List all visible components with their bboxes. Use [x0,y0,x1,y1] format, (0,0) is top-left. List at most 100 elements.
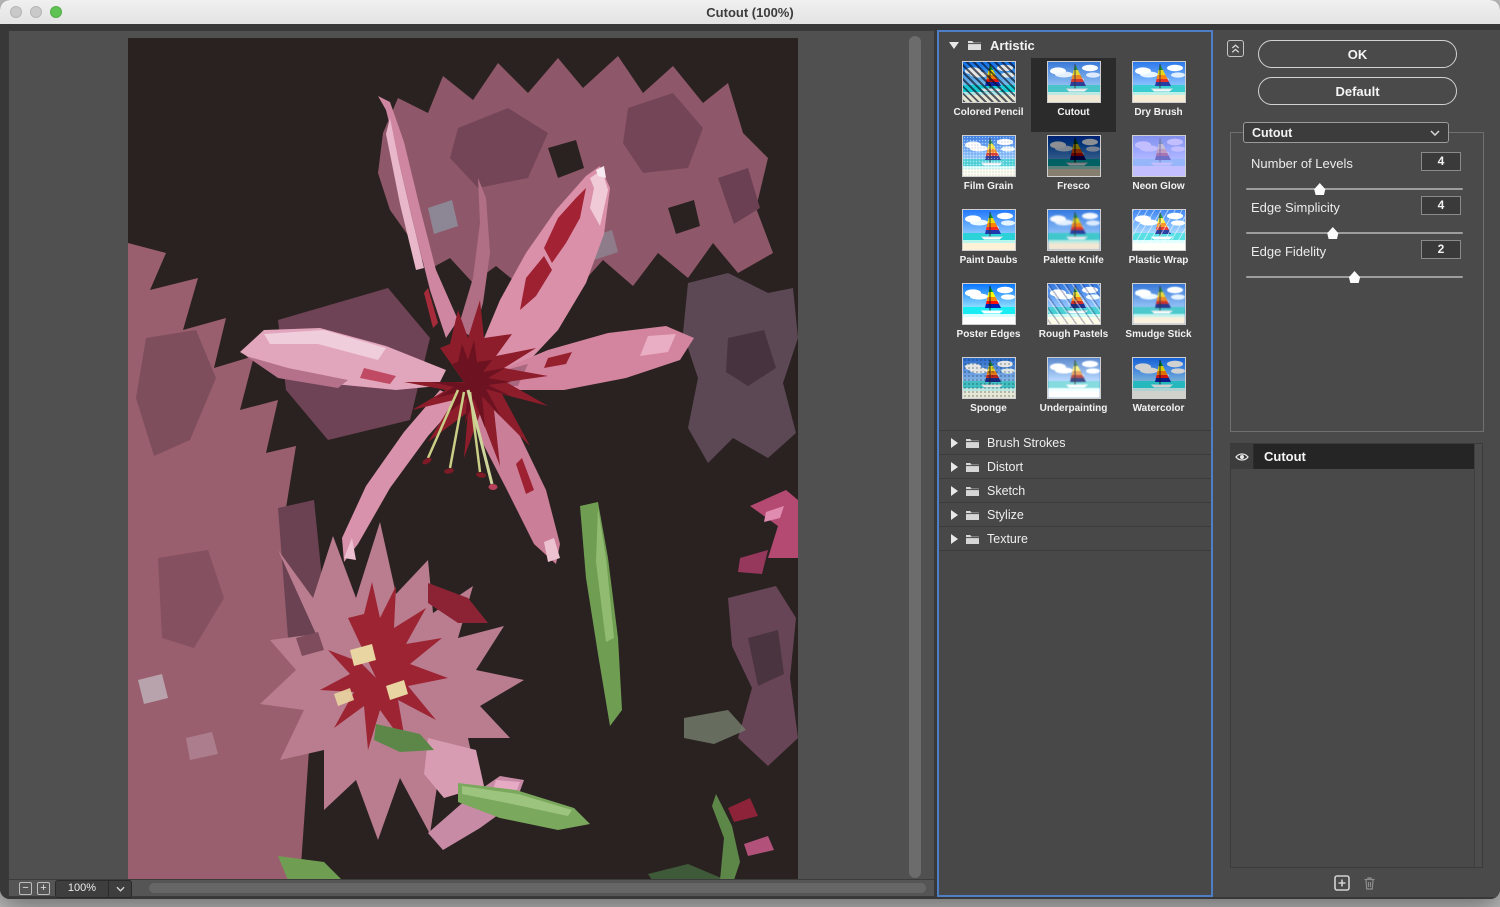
minimize-button[interactable] [30,6,42,18]
zoom-out-button[interactable]: − [19,882,32,895]
window-title: Cutout (100%) [706,5,793,20]
filter-category-label: Brush Strokes [987,436,1066,450]
preview-area: − + 100% [8,30,935,897]
triangle-right-icon [951,486,958,496]
filter-thumbnail[interactable]: Cutout [1031,58,1116,132]
slider-thumb[interactable] [1313,183,1326,195]
visibility-toggle[interactable] [1231,444,1254,469]
triangle-right-icon [951,462,958,472]
filter-thumbnail[interactable]: Colored Pencil [946,58,1031,132]
filter-thumbnail-label: Fresco [1057,181,1090,192]
default-button[interactable]: Default [1258,77,1457,105]
folder-icon [965,509,980,521]
ok-button[interactable]: OK [1258,40,1457,68]
filter-thumbnail-image [1132,357,1186,399]
filter-category[interactable]: Distort [939,454,1211,478]
edge-simplicity-slider[interactable] [1246,226,1463,239]
filter-thumbnail[interactable]: Sponge [946,354,1031,428]
artistic-thumbnail-grid: Colored Pencil Cutout [939,58,1211,428]
chevron-down-icon [1430,130,1440,136]
triangle-right-icon [951,534,958,544]
filter-thumbnail-image [1132,61,1186,103]
filter-thumbnail[interactable]: Smudge Stick [1116,280,1201,354]
filter-thumbnail-label: Cutout [1057,107,1089,118]
filter-category-label: Texture [987,532,1028,546]
filter-thumbnail-image [1047,135,1101,177]
filter-category-label: Stylize [987,508,1024,522]
filter-select-dropdown[interactable]: Cutout [1243,122,1449,143]
filter-thumbnail[interactable]: Fresco [1031,132,1116,206]
close-button[interactable] [10,6,22,18]
filter-thumbnail[interactable]: Neon Glow [1116,132,1201,206]
settings-panel: OK Default Cutout Number of Levels 4 Edg… [1213,30,1500,897]
filter-thumbnail-label: Palette Knife [1043,255,1104,266]
preview-horizontal-scrollbar[interactable] [149,883,926,893]
slider-thumb[interactable] [1348,271,1361,283]
filter-thumbnail[interactable]: Dry Brush [1116,58,1201,132]
filter-category-label: Sketch [987,484,1025,498]
zoom-in-button[interactable]: + [37,882,50,895]
dialog-body: − + 100% [0,24,1500,899]
zoom-chevron-down-icon[interactable] [108,881,131,897]
new-effect-layer-button[interactable] [1334,875,1350,896]
edge-fidelity-value[interactable]: 2 [1421,240,1461,259]
edge-fidelity-slider[interactable] [1246,270,1463,283]
plus-square-icon [1334,875,1350,891]
filter-thumbnail-label: Poster Edges [957,329,1021,340]
filter-thumbnail[interactable]: Film Grain [946,132,1031,206]
filter-thumbnail[interactable]: Poster Edges [946,280,1031,354]
filter-thumbnail-image [962,135,1016,177]
slider-label-edge-fidelity: Edge Fidelity [1251,244,1326,259]
filter-thumbnail[interactable]: Watercolor [1116,354,1201,428]
folder-icon [965,461,980,473]
preview-vertical-scrollbar[interactable] [909,36,921,878]
filter-gallery-dialog: Cutout (100%) [0,0,1500,899]
slider-track [1246,232,1463,234]
delete-effect-layer-button[interactable] [1362,875,1377,896]
filter-thumbnail[interactable]: Palette Knife [1031,206,1116,280]
double-chevron-up-icon [1229,42,1242,55]
filter-category[interactable]: Brush Strokes [939,430,1211,454]
filter-thumbnail-label: Underpainting [1040,403,1108,414]
filter-category[interactable]: Stylize [939,502,1211,526]
filter-thumbnail[interactable]: Plastic Wrap [1116,206,1201,280]
trash-icon [1362,875,1377,891]
slider-thumb[interactable] [1326,227,1339,239]
folder-open-icon [967,39,982,51]
folder-icon [965,437,980,449]
effect-layer-row[interactable]: Cutout [1231,444,1482,469]
effect-list-scrollbar-lane [1474,444,1482,867]
filter-thumbnail-image [1047,357,1101,399]
effect-layer-name: Cutout [1254,444,1475,469]
slider-track [1246,188,1463,190]
triangle-down-icon [949,42,959,49]
filter-category[interactable]: Sketch [939,478,1211,502]
title-bar[interactable]: Cutout (100%) [0,0,1500,25]
collapse-panel-button[interactable] [1227,40,1244,57]
preview-image[interactable] [128,38,798,880]
filter-thumbnail-label: Film Grain [964,181,1013,192]
filter-thumbnail-label: Smudge Stick [1125,329,1191,340]
filter-thumbnail-label: Sponge [970,403,1007,414]
filter-thumbnail[interactable]: Rough Pastels [1031,280,1116,354]
number-of-levels-value[interactable]: 4 [1421,152,1461,171]
folder-icon [965,533,980,545]
collapsed-category-list: Brush Strokes Distort [939,430,1211,551]
filter-category-artistic[interactable]: Artistic [939,32,1211,58]
edge-simplicity-value[interactable]: 4 [1421,196,1461,215]
zoom-percent-control[interactable]: 100% [55,880,132,898]
filter-category[interactable]: Texture [939,526,1211,551]
filter-thumbnail[interactable]: Paint Daubs [946,206,1031,280]
number-of-levels-slider[interactable] [1246,182,1463,195]
filter-category-label: Distort [987,460,1023,474]
filter-thumbnail-label: Watercolor [1133,403,1185,414]
zoom-percent-value: 100% [56,881,108,897]
slider-label-number-of-levels: Number of Levels [1251,156,1353,171]
filter-thumbnail-label: Dry Brush [1134,107,1182,118]
filter-select-value: Cutout [1252,126,1292,140]
filter-thumbnail-image [962,61,1016,103]
triangle-right-icon [951,510,958,520]
zoom-button[interactable] [50,6,62,18]
filter-thumbnail-label: Colored Pencil [953,107,1023,118]
filter-thumbnail[interactable]: Underpainting [1031,354,1116,428]
